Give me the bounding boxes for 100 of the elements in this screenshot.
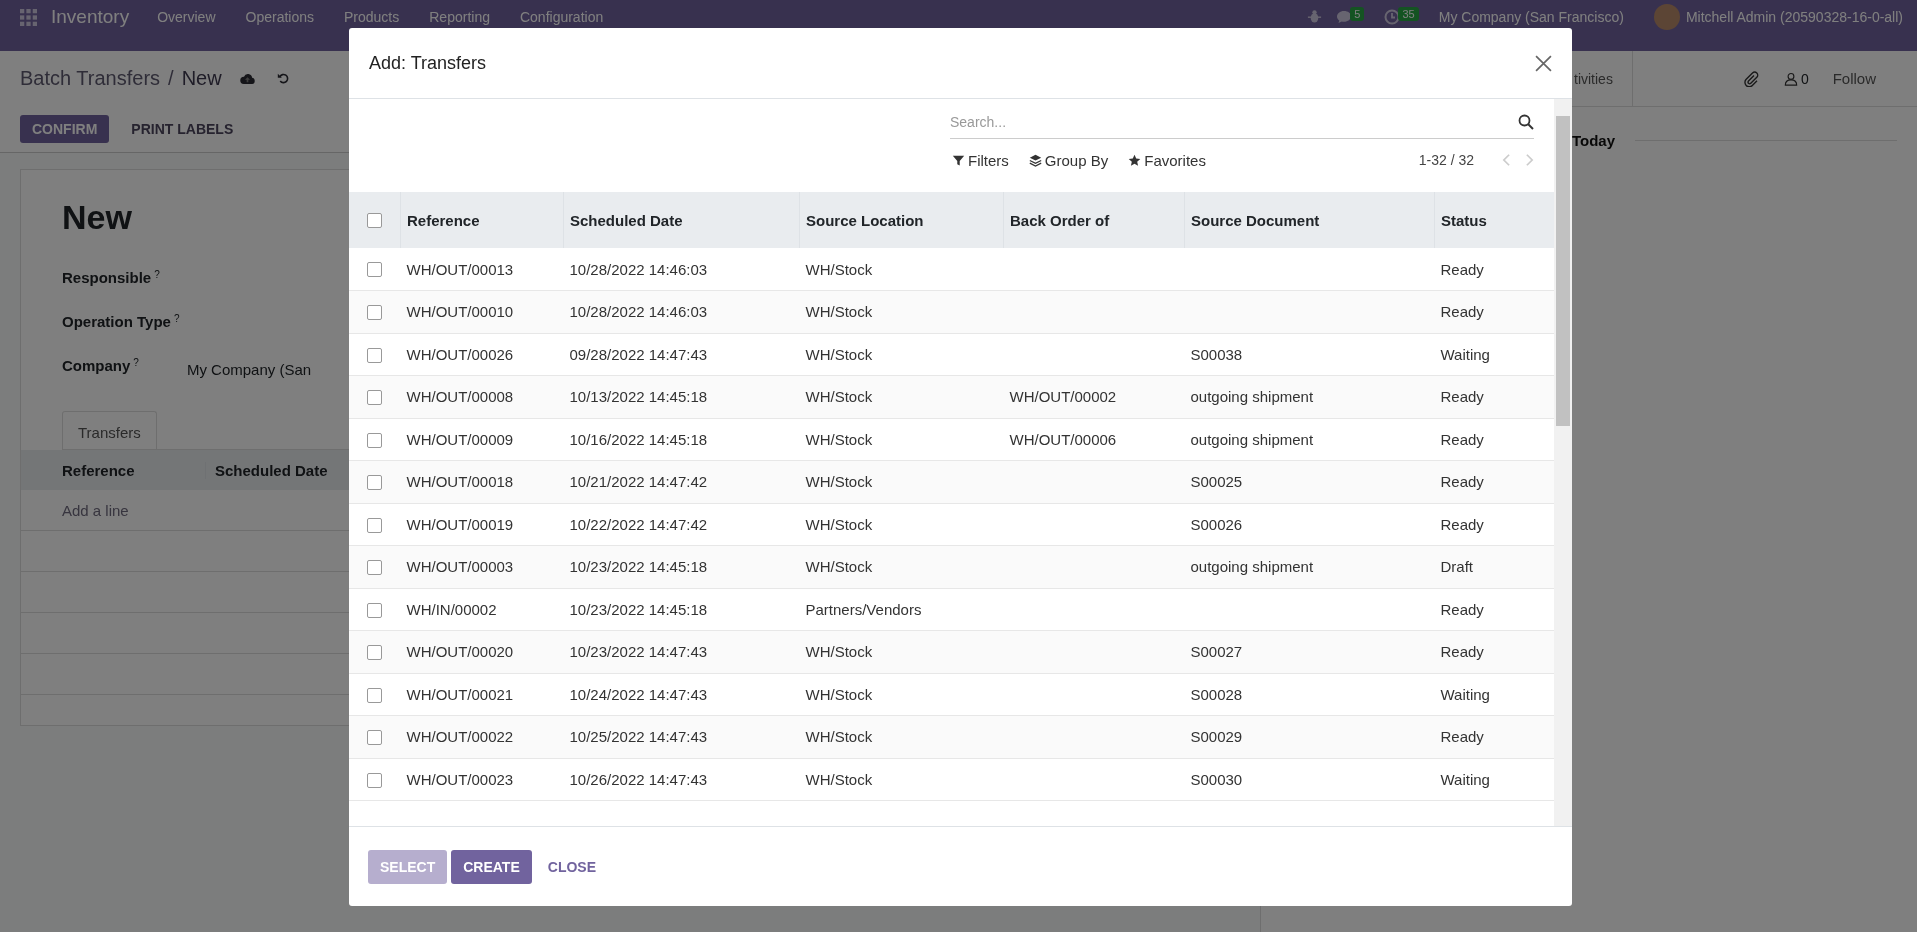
table-cell: outgoing shipment: [1190, 430, 1314, 448]
row-checkbox[interactable]: [367, 347, 383, 363]
star-icon: [1128, 153, 1142, 167]
table-cell: 10/23/2022 14:47:43: [569, 643, 708, 661]
layers-icon: [1028, 153, 1042, 167]
filter-dropdown[interactable]: Group By: [1026, 149, 1111, 171]
row-checkbox[interactable]: [367, 475, 383, 491]
scrollbar[interactable]: [1554, 99, 1572, 826]
column-header[interactable]: Reference: [407, 211, 480, 229]
app-name[interactable]: Inventory: [51, 6, 130, 28]
row-checkbox[interactable]: [367, 390, 383, 406]
field-label: Company: [62, 357, 131, 374]
table-cell: WH/Stock: [805, 345, 873, 363]
search-icon[interactable]: [1518, 113, 1534, 130]
follow-button[interactable]: Follow: [1832, 70, 1877, 87]
column-header[interactable]: Status: [1441, 211, 1487, 229]
row-checkbox[interactable]: [367, 602, 383, 618]
help-mark[interactable]: ?: [173, 313, 180, 324]
activities-button[interactable]: tivities: [1574, 70, 1613, 87]
column-header[interactable]: Source Location: [806, 211, 924, 229]
table-cell: S00029: [1190, 728, 1243, 746]
row-checkbox[interactable]: [367, 517, 383, 533]
paperclip-icon[interactable]: [1742, 70, 1759, 87]
field-value[interactable]: My Company (San: [186, 361, 312, 378]
row-checkbox[interactable]: [367, 432, 383, 448]
row-checkbox[interactable]: [367, 560, 383, 576]
chat-icon[interactable]: [1336, 9, 1353, 25]
count-badge: 5: [1350, 7, 1365, 21]
table-cell: Ready: [1440, 430, 1484, 448]
help-mark[interactable]: ?: [133, 357, 139, 368]
table-cell: WH/IN/00002: [406, 600, 497, 618]
menu-item[interactable]: Configuration: [519, 9, 604, 25]
table-cell: WH/Stock: [805, 260, 873, 278]
row-checkbox[interactable]: [367, 305, 383, 321]
field-label: Responsible: [62, 269, 152, 286]
user-name[interactable]: Mitchell Admin (20590328-16-0-all): [1685, 9, 1903, 25]
table-cell: 09/28/2022 14:47:43: [569, 345, 708, 363]
table-cell: WH/OUT/00023: [406, 770, 514, 788]
table-cell: Waiting: [1440, 685, 1490, 703]
followers-button[interactable]: 0: [1783, 70, 1809, 87]
table-cell: WH/OUT/00026: [406, 345, 514, 363]
row-checkbox[interactable]: [367, 772, 383, 788]
column-header[interactable]: Back Order of: [1010, 211, 1110, 229]
close-icon[interactable]: [1535, 54, 1552, 72]
previous-icon[interactable]: [1502, 153, 1511, 167]
menu-item[interactable]: Overview: [157, 9, 216, 25]
undo-icon[interactable]: [276, 72, 290, 85]
search-field[interactable]: Search...: [950, 105, 1518, 138]
table-cell: WH/OUT/00010: [406, 303, 514, 321]
table-cell: outgoing shipment: [1190, 388, 1314, 406]
tab[interactable]: Transfers: [62, 411, 157, 449]
column-header[interactable]: Source Document: [1191, 211, 1320, 229]
bug-icon[interactable]: [1307, 9, 1323, 24]
record-title: New: [62, 198, 132, 237]
table-cell: WH/Stock: [805, 685, 873, 703]
help-mark[interactable]: ?: [154, 269, 160, 280]
print-button[interactable]: PRINT LABELS: [119, 115, 246, 143]
confirm-button[interactable]: CONFIRM: [20, 115, 110, 143]
field-label: Operation Type: [62, 313, 171, 330]
table-cell: 10/28/2022 14:46:03: [569, 303, 708, 321]
table-cell: Draft: [1440, 558, 1473, 576]
filter-dropdown[interactable]: Filters: [950, 149, 1011, 171]
filter-icon: [952, 153, 965, 167]
apps-menu-icon[interactable]: [20, 9, 37, 26]
clock-icon[interactable]: [1384, 9, 1401, 25]
column-header[interactable]: Scheduled Date: [205, 461, 328, 479]
table-cell: WH/Stock: [805, 515, 873, 533]
table-cell: 10/23/2022 14:45:18: [569, 600, 708, 618]
dialog-button[interactable]: CREATE: [451, 849, 532, 884]
pager-value[interactable]: 1-32 / 32: [1418, 152, 1474, 168]
table-cell: WH/OUT/00018: [406, 473, 514, 491]
table-cell: WH/Stock: [805, 643, 873, 661]
menu-item[interactable]: Reporting: [429, 9, 490, 25]
table-cell: S00026: [1190, 515, 1243, 533]
breadcrumb-item[interactable]: Batch Transfers: [20, 67, 161, 90]
cloud-upload-icon[interactable]: [239, 72, 255, 85]
column-header[interactable]: Scheduled Date: [570, 211, 683, 229]
row-checkbox[interactable]: [367, 645, 383, 661]
add-line-link[interactable]: Add a line: [62, 501, 129, 519]
avatar[interactable]: [1653, 4, 1680, 30]
row-checkbox[interactable]: [367, 262, 383, 278]
table-cell: WH/OUT/00006: [1009, 430, 1117, 448]
select-all-checkbox[interactable]: [367, 213, 382, 229]
table-cell: Ready: [1440, 303, 1484, 321]
company-switcher[interactable]: My Company (San Francisco): [1438, 9, 1624, 25]
row-checkbox[interactable]: [367, 730, 383, 746]
row-checkbox[interactable]: [367, 687, 383, 703]
table-cell: 10/26/2022 14:47:43: [569, 770, 708, 788]
filter-dropdown[interactable]: Favorites: [1126, 149, 1208, 171]
menu-item[interactable]: Operations: [245, 9, 314, 25]
menu-item[interactable]: Products: [344, 9, 400, 25]
dialog-button[interactable]: CLOSE: [535, 849, 608, 884]
date-separator: Today: [1572, 132, 1616, 149]
next-icon[interactable]: [1525, 153, 1534, 167]
table-cell: WH/OUT/00009: [406, 430, 514, 448]
table-cell: WH/OUT/00013: [406, 260, 514, 278]
table-cell: WH/Stock: [805, 558, 873, 576]
table-cell: S00028: [1190, 685, 1243, 703]
column-header[interactable]: Reference: [62, 461, 205, 479]
table-cell: WH/OUT/00002: [1009, 388, 1117, 406]
